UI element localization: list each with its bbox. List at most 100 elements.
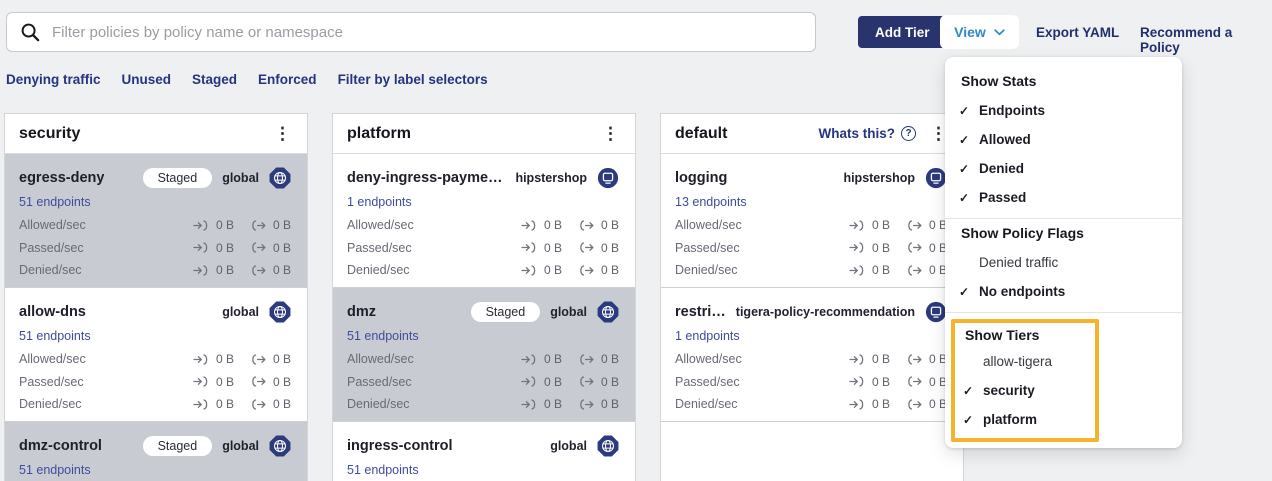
menu-item-denied[interactable]: ✓Denied xyxy=(945,154,1182,183)
ingress-value: 0 B xyxy=(216,352,234,366)
arrow-out-icon xyxy=(250,354,267,365)
policy-card-dmz-control[interactable]: dmz-controlStagedglobal51 endpoints xyxy=(5,422,307,481)
tier-column-default: defaultWhats this??⋮logginghipstershop13… xyxy=(660,113,964,481)
namespace-circle-icon xyxy=(597,167,619,189)
egress-value: 0 B xyxy=(601,375,619,389)
stat-label: Allowed/sec xyxy=(675,352,742,366)
endpoints-link[interactable]: 51 endpoints xyxy=(19,463,91,477)
checkmark-icon: ✓ xyxy=(957,191,971,205)
stat-label: Denied/sec xyxy=(19,397,82,411)
namespace-circle-icon xyxy=(925,301,947,323)
export-yaml-link[interactable]: Export YAML xyxy=(1036,25,1119,40)
policy-meta: Stagedglobal xyxy=(143,435,291,457)
quick-filters: Denying traffic Unused Staged Enforced F… xyxy=(6,72,488,87)
kebab-menu-icon[interactable]: ⋮ xyxy=(270,123,295,144)
endpoints-link[interactable]: 51 endpoints xyxy=(347,463,419,477)
policy-card-deny-ingress-paymentservi[interactable]: deny-ingress-paymentservi...hipstershop1… xyxy=(333,154,635,288)
stat-values: 0 B0 B xyxy=(193,352,291,366)
ingress-stat: 0 B xyxy=(193,397,234,411)
ingress-value: 0 B xyxy=(216,263,234,277)
menu-item-label: No endpoints xyxy=(979,284,1065,299)
menu-item-label: platform xyxy=(983,412,1037,427)
arrow-out-icon xyxy=(250,265,267,276)
filter-enforced[interactable]: Enforced xyxy=(258,72,317,87)
menu-item-platform[interactable]: ✓ platform xyxy=(955,405,1095,434)
endpoints-link[interactable]: 51 endpoints xyxy=(347,329,419,343)
filter-denying-traffic[interactable]: Denying traffic xyxy=(6,72,101,87)
tier-title: platform xyxy=(347,125,411,143)
endpoints-link[interactable]: 51 endpoints xyxy=(19,195,91,209)
filter-unused[interactable]: Unused xyxy=(122,72,172,87)
scope-label: hipstershop xyxy=(843,171,915,185)
menu-item-endpoints[interactable]: ✓Endpoints xyxy=(945,96,1182,125)
whats-this-link[interactable]: Whats this?? xyxy=(819,126,917,141)
endpoints-link[interactable]: 51 endpoints xyxy=(19,329,91,343)
view-button-label: View xyxy=(954,24,986,40)
egress-value: 0 B xyxy=(273,241,291,255)
stat-row-passed-sec: Passed/sec0 B0 B xyxy=(675,237,947,260)
checkmark-icon: ✓ xyxy=(961,384,975,398)
staged-badge: Staged xyxy=(471,302,541,322)
menu-item-label: allow-tigera xyxy=(983,354,1052,369)
kebab-menu-icon[interactable]: ⋮ xyxy=(598,123,623,144)
menu-item-passed[interactable]: ✓Passed xyxy=(945,183,1182,212)
menu-item-no-endpoints[interactable]: ✓No endpoints xyxy=(945,277,1182,306)
endpoints-link[interactable]: 1 endpoints xyxy=(347,195,412,209)
menu-item-label: Denied traffic xyxy=(979,255,1058,270)
policy-card-egress-deny[interactable]: egress-denyStagedglobal51 endpointsAllow… xyxy=(5,154,307,288)
arrow-out-icon xyxy=(578,220,595,231)
policy-title-row: restrictedtigera-policy-recommendation xyxy=(675,301,947,323)
arrow-out-icon xyxy=(250,399,267,410)
menu-item-allow-tigera[interactable]: allow-tigera xyxy=(955,347,1095,376)
policy-card-ingress-control[interactable]: ingress-controlglobal51 endpoints xyxy=(333,422,635,481)
ingress-stat: 0 B xyxy=(521,241,562,255)
policy-meta: hipstershop xyxy=(843,167,947,189)
arrow-out-icon xyxy=(906,354,923,365)
ingress-value: 0 B xyxy=(544,397,562,411)
globe-badge-icon xyxy=(597,301,619,323)
menu-item-security[interactable]: ✓security xyxy=(955,376,1095,405)
egress-stat: 0 B xyxy=(578,397,619,411)
egress-value: 0 B xyxy=(601,263,619,277)
recommend-policy-link[interactable]: Recommend a Policy xyxy=(1140,25,1272,55)
policy-name: egress-deny xyxy=(19,170,104,186)
filter-label-selectors[interactable]: Filter by label selectors xyxy=(338,72,488,87)
stat-label: Passed/sec xyxy=(347,375,412,389)
menu-item-denied-traffic[interactable]: Denied traffic xyxy=(945,248,1182,277)
filter-staged[interactable]: Staged xyxy=(192,72,237,87)
policy-card-dmz[interactable]: dmzStagedglobal51 endpointsAllowed/sec0 … xyxy=(333,288,635,422)
checkmark-icon: ✓ xyxy=(961,413,975,427)
search-input[interactable] xyxy=(50,23,815,42)
view-dropdown-button[interactable]: View xyxy=(940,15,1019,49)
egress-stat: 0 B xyxy=(578,241,619,255)
policy-name: deny-ingress-paymentservi... xyxy=(347,170,505,186)
endpoints-link[interactable]: 13 endpoints xyxy=(675,195,747,209)
policy-title-row: egress-denyStagedglobal xyxy=(19,167,291,189)
add-tier-button[interactable]: Add Tier xyxy=(858,16,947,48)
view-menu: Show Stats✓Endpoints✓Allowed✓Denied✓Pass… xyxy=(945,57,1182,448)
ingress-stat: 0 B xyxy=(849,352,890,366)
egress-stat: 0 B xyxy=(250,241,291,255)
arrow-in-icon xyxy=(849,220,866,231)
arrow-out-icon xyxy=(578,265,595,276)
menu-item-allowed[interactable]: ✓Allowed xyxy=(945,125,1182,154)
arrow-out-icon xyxy=(906,220,923,231)
stat-label: Allowed/sec xyxy=(347,352,414,366)
arrow-in-icon xyxy=(193,376,210,387)
policy-card-restricted[interactable]: restrictedtigera-policy-recommendation 1 … xyxy=(661,288,963,422)
ingress-stat: 0 B xyxy=(193,375,234,389)
scope-label: global xyxy=(550,439,587,453)
ingress-stat: 0 B xyxy=(521,397,562,411)
stat-row-passed-sec: Passed/sec0 B0 B xyxy=(19,371,291,394)
ingress-value: 0 B xyxy=(872,263,890,277)
ingress-stat: 0 B xyxy=(849,263,890,277)
arrow-in-icon xyxy=(521,265,538,276)
tier-header-platform: platform ⋮ xyxy=(333,114,635,154)
policy-meta: global xyxy=(222,301,291,323)
egress-stat: 0 B xyxy=(906,218,947,232)
stat-values: 0 B0 B xyxy=(521,263,619,277)
policy-card-allow-dns[interactable]: allow-dnsglobal51 endpointsAllowed/sec0 … xyxy=(5,288,307,422)
policy-card-logging[interactable]: logginghipstershop13 endpointsAllowed/se… xyxy=(661,154,963,288)
egress-stat: 0 B xyxy=(250,263,291,277)
endpoints-link[interactable]: 1 endpoints xyxy=(675,329,740,343)
